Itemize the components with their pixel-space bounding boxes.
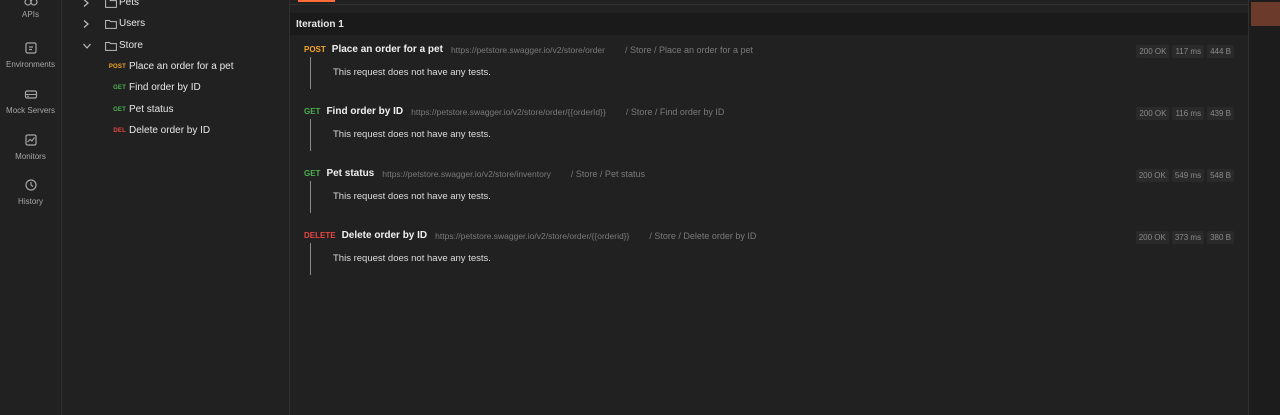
result-path: / Store / Find order by ID [625,106,725,117]
time-badge: 117 ms [1172,45,1205,58]
folder-name: Users [119,18,146,29]
result-path: / Store / Pet status [570,168,645,179]
result-header: GET Find order by ID https://petstore.swag… [304,103,1248,119]
result-url: https://petstore.swagger.io/v2/store/inv… [382,168,551,179]
result-request-name[interactable]: Find order by ID [326,106,403,117]
result-path: / Store / Place an order for a pet [624,44,754,55]
no-tests-message: This request does not have any tests. [333,129,491,140]
time-badge: 549 ms [1171,169,1205,182]
result-row: DELETE Delete order by ID https://petstore… [290,227,1248,289]
method-badge: GET [113,85,126,91]
result-row: GET Find order by ID https://petstore.swag… [290,103,1248,165]
tree-request-pet-status[interactable]: GET Pet status [62,102,289,120]
request-name: Find order by ID [129,82,201,93]
rail-label-environments: Environments [6,60,55,69]
result-header: DELETE Delete order by ID https://petstore… [304,227,1248,243]
request-name: Place an order for a pet [129,61,234,72]
mock-servers-icon [24,90,37,99]
tree-request-place-order[interactable]: POST Place an order for a pet [62,59,289,77]
tests-indent-bar [310,243,311,275]
result-method: GET [304,107,321,117]
right-sidebar [1248,0,1280,415]
result-row: POST Place an order for a pet https://pets… [290,41,1248,103]
tree-folder-store[interactable]: Store [62,38,289,56]
size-badge: 444 B [1207,45,1234,58]
environments-icon [24,42,37,54]
result-header: GET Pet status https://petstore.swagger.io… [304,165,1248,181]
result-url: https://petstore.swagger.io/v2/store/ord… [450,44,605,55]
folder-icon [105,42,117,51]
right-panel-tab[interactable] [1251,2,1280,26]
tests-indent-bar [310,181,311,213]
size-badge: 439 B [1207,107,1234,120]
result-badges: 200 OK 116 ms 439 B [1133,103,1234,121]
iteration-title: Iteration 1 [296,19,344,30]
request-name: Delete order by ID [129,125,211,136]
result-method: DELETE [304,231,336,241]
history-icon [24,179,37,191]
method-badge: POST [108,64,126,70]
tests-indent-bar [310,119,311,151]
status-badge: 200 OK [1136,45,1170,58]
rail-item-environments[interactable]: Environments [0,41,61,69]
rail-item-history[interactable]: History [0,178,61,206]
result-row: GET Pet status https://petstore.swagger.io… [290,165,1248,227]
folder-name: Store [119,40,143,51]
rail-label-history: History [18,197,43,206]
time-badge: 373 ms [1171,231,1205,244]
status-badge: 200 OK [1135,169,1169,182]
chevron-down-icon [83,43,91,49]
divider [290,4,1248,5]
chevron-right-icon [83,0,89,7]
iteration-header: Iteration 1 [290,13,1248,35]
status-badge: 200 OK [1135,231,1169,244]
monitors-icon [24,134,37,146]
collection-tree: Pets Users Store POST Place an order for… [62,0,290,415]
rail-item-mock-servers[interactable]: Mock Servers [0,87,61,115]
tests-indent-bar [310,57,311,89]
size-badge: 548 B [1207,169,1234,182]
no-tests-message: This request does not have any tests. [333,67,491,78]
active-tab-indicator [298,0,335,2]
result-badges: 200 OK 549 ms 548 B [1133,165,1234,183]
rail-label-apis: APIs [22,10,39,19]
tree-request-delete-order[interactable]: DEL Delete order by ID [62,123,289,141]
folder-name: Pets [119,0,140,8]
result-badges: 200 OK 373 ms 380 B [1133,227,1234,245]
result-path: / Store / Delete order by ID [649,230,757,241]
result-request-name[interactable]: Pet status [326,168,374,179]
chevron-right-icon [83,20,89,28]
result-url: https://petstore.swagger.io/v2/store/ord… [435,230,630,241]
tree-folder-pets[interactable]: Pets [62,0,289,13]
result-method: POST [304,45,326,55]
apis-icon [23,0,38,6]
result-request-name[interactable]: Delete order by ID [342,230,428,241]
time-badge: 116 ms [1172,107,1205,120]
tree-folder-users[interactable]: Users [62,16,289,34]
result-url: https://petstore.swagger.io/v2/store/ord… [411,106,606,117]
result-badges: 200 OK 117 ms 444 B [1133,41,1234,59]
request-name: Pet status [129,104,174,115]
result-method: GET [304,169,321,179]
status-badge: 200 OK [1136,107,1170,120]
rail-item-apis[interactable]: APIs [0,0,61,19]
no-tests-message: This request does not have any tests. [333,253,491,264]
method-badge: DEL [113,128,126,134]
rail-label-monitors: Monitors [15,152,46,161]
left-rail: APIs Environments Mock Servers Monitors … [0,0,62,415]
result-header: POST Place an order for a pet https://pets… [304,41,1248,57]
run-results-panel: Iteration 1 POST Place an order for a pet… [290,0,1248,415]
rail-label-mock-servers: Mock Servers [6,106,55,115]
folder-icon [105,20,117,29]
app-window: APIs Environments Mock Servers Monitors … [0,0,1280,415]
size-badge: 380 B [1207,231,1234,244]
result-request-name[interactable]: Place an order for a pet [332,44,443,55]
method-badge: GET [113,107,126,113]
no-tests-message: This request does not have any tests. [333,191,491,202]
rail-item-monitors[interactable]: Monitors [0,133,61,161]
tree-request-find-order[interactable]: GET Find order by ID [62,80,289,98]
folder-icon [105,0,117,8]
